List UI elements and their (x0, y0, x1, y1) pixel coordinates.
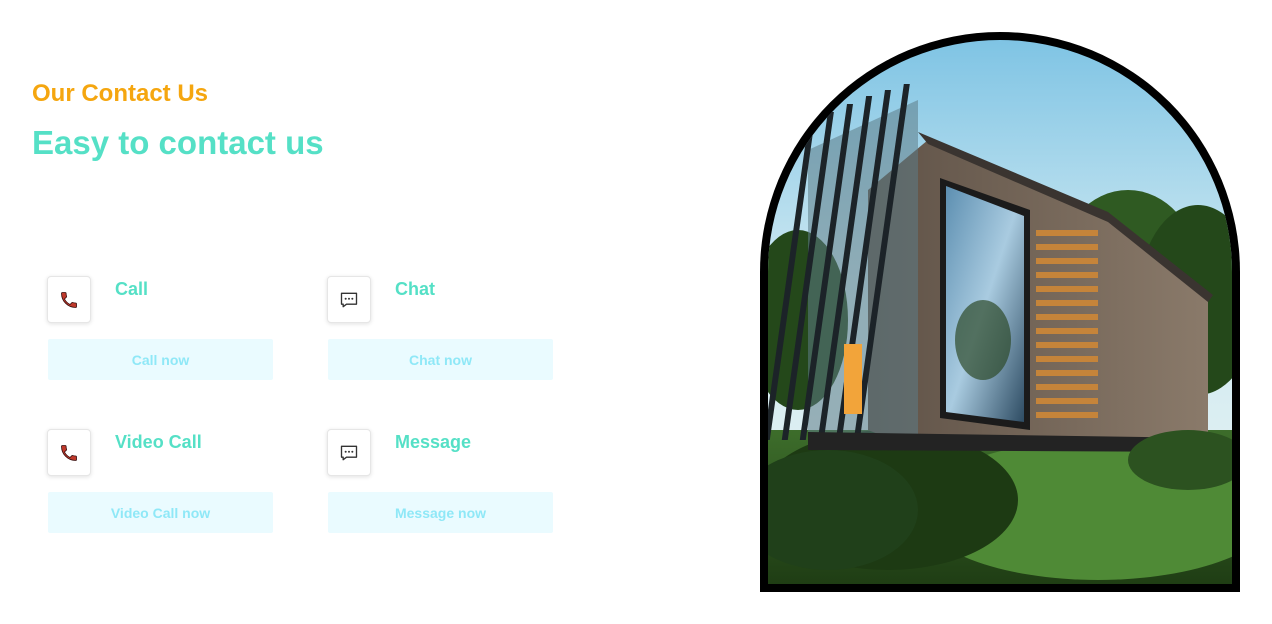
eyebrow-title: Our Contact Us (32, 80, 209, 107)
chat-now-button[interactable]: Chat now (328, 339, 553, 380)
chat-bubble-icon (327, 276, 371, 323)
phone-icon (47, 429, 91, 476)
call-now-button[interactable]: Call now (48, 339, 273, 380)
card-title: Chat (395, 279, 435, 299)
hero-image-frame (760, 32, 1240, 592)
section-headline: Easy to contact us (32, 124, 324, 161)
card-title: Call (115, 279, 149, 299)
video-call-now-button[interactable]: Video Call now (48, 492, 273, 533)
card-title: Video Call (115, 432, 202, 452)
phone-icon (47, 276, 91, 323)
chat-bubble-icon (327, 429, 371, 476)
card-title: Message (395, 432, 472, 452)
house-photo (768, 40, 1232, 584)
message-now-button[interactable]: Message now (328, 492, 553, 533)
